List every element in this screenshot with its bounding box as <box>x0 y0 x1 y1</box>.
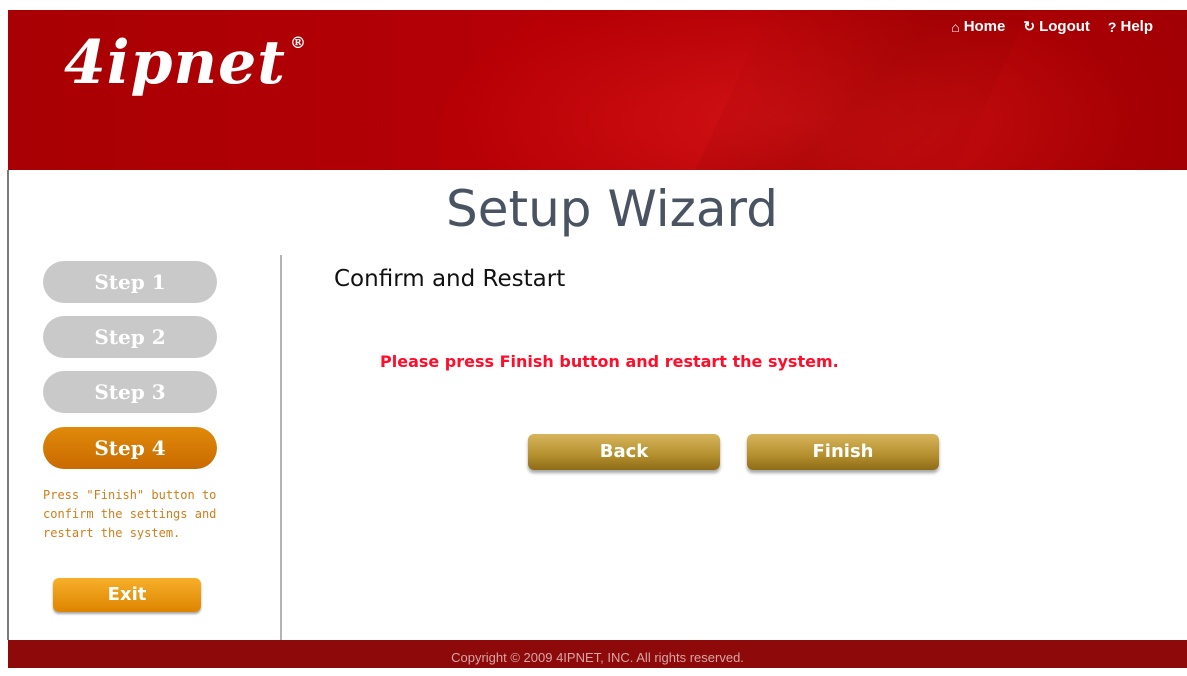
logout-icon: ↻ <box>1023 18 1036 34</box>
brand-logo: 4ipnet ® <box>64 28 307 98</box>
logo-text: 4ipnet <box>64 28 287 98</box>
registered-mark: ® <box>290 33 308 52</box>
section-title: Confirm and Restart <box>334 266 566 292</box>
header-banner: 4ipnet ® ⌂ Home ↻ Logout ? Help <box>8 10 1187 170</box>
help-label: Help <box>1120 18 1153 35</box>
sidebar-divider <box>280 255 282 640</box>
step-description-line: restart the system. <box>43 526 181 540</box>
help-icon: ? <box>1107 18 1117 35</box>
footer: Copyright © 2009 4IPNET, INC. All rights… <box>8 640 1187 668</box>
exit-button[interactable]: Exit <box>53 578 201 612</box>
step-2-indicator: Step 2 <box>43 316 217 358</box>
step-description-line: confirm the settings and <box>43 507 217 521</box>
page-title: Setup Wizard <box>446 180 778 238</box>
step-description: Press "Finish" button to confirm the set… <box>43 486 263 543</box>
step-4-indicator: Step 4 <box>43 427 217 469</box>
help-link[interactable]: ? Help <box>1108 18 1153 35</box>
step-1-indicator: Step 1 <box>43 261 217 303</box>
step-description-line: Press "Finish" button to <box>43 488 217 502</box>
logout-label: Logout <box>1039 18 1090 35</box>
home-label: Home <box>963 18 1006 35</box>
home-icon: ⌂ <box>951 18 960 35</box>
step-3-indicator: Step 3 <box>43 371 217 413</box>
top-nav: ⌂ Home ↻ Logout ? Help <box>951 18 1153 35</box>
finish-button[interactable]: Finish <box>747 434 939 470</box>
home-link[interactable]: ⌂ Home <box>951 18 1005 35</box>
logout-link[interactable]: ↻ Logout <box>1023 18 1090 35</box>
back-button[interactable]: Back <box>528 434 720 470</box>
instruction-message: Please press Finish button and restart t… <box>380 352 839 371</box>
copyright-text: Copyright © 2009 4IPNET, INC. All rights… <box>451 650 744 665</box>
left-border <box>7 170 9 640</box>
